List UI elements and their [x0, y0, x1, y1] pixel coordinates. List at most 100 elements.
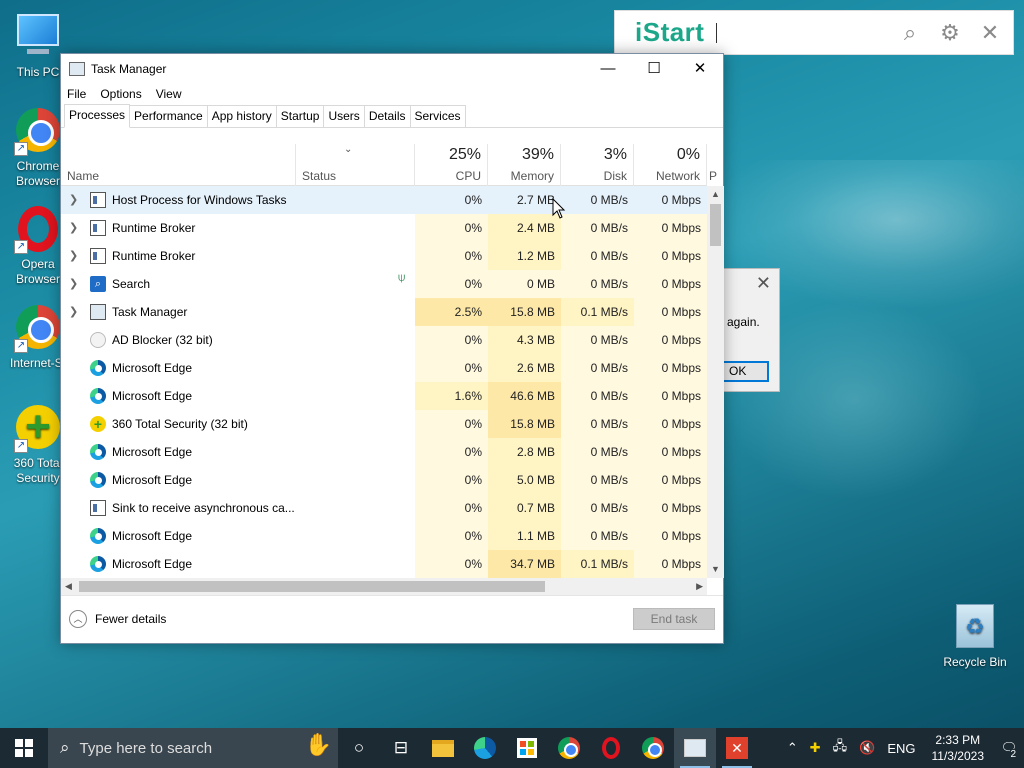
chevron-right-icon[interactable]: ❯	[69, 242, 78, 270]
column-header-status[interactable]: Status	[295, 144, 415, 186]
cpu-cell: 0%	[415, 466, 488, 494]
desktop-icon-recycle-bin[interactable]: ♻ Recycle Bin	[937, 602, 1013, 670]
disk-cell: 0.1 MB/s	[561, 298, 634, 326]
disk-cell: 0 MB/s	[561, 354, 634, 382]
tab-users[interactable]: Users	[323, 105, 365, 127]
chevron-right-icon[interactable]: ❯	[69, 270, 78, 298]
scroll-thumb[interactable]	[710, 204, 721, 246]
status-cell	[295, 242, 415, 270]
close-icon[interactable]: ✕	[756, 273, 771, 294]
gear-icon[interactable]: ⚙	[939, 20, 961, 46]
cpu-cell: 0%	[415, 550, 488, 578]
taskbar-task-manager[interactable]	[674, 728, 716, 768]
column-header-name[interactable]: Name	[61, 144, 295, 186]
vertical-scrollbar[interactable]: ▲ ▼	[707, 186, 724, 578]
tab-startup[interactable]: Startup	[275, 105, 325, 127]
shield-plus-icon: +	[90, 416, 106, 432]
tab-app-history[interactable]: App history	[206, 105, 277, 127]
taskbar-store[interactable]	[506, 728, 548, 768]
app-window-icon	[90, 220, 106, 236]
tab-details[interactable]: Details	[363, 105, 411, 127]
cortana-button[interactable]: ○	[338, 728, 380, 768]
menu-options[interactable]: Options	[100, 87, 141, 101]
clock-date: 11/3/2023	[931, 749, 985, 763]
language-indicator[interactable]: ENG	[887, 741, 915, 756]
notification-count: 2	[1010, 749, 1016, 760]
taskbar-chrome[interactable]	[548, 728, 590, 768]
desktop-icon-label: Recycle Bin	[943, 655, 1007, 669]
cpu-cell: 0%	[415, 214, 488, 242]
disk-cell: 0 MB/s	[561, 382, 634, 410]
chevron-right-icon[interactable]: ❯	[69, 186, 78, 214]
folder-icon	[432, 739, 454, 757]
table-row[interactable]: ❯ Task Manager 2.5% 15.8 MB 0.1 MB/s 0 Mbps	[61, 298, 707, 326]
close-icon[interactable]: ✕	[979, 20, 1001, 46]
table-row[interactable]: Microsoft Edge 0% 2.6 MB 0 MB/s 0 Mbps	[61, 354, 707, 382]
memory-cell: 15.8 MB	[488, 410, 561, 438]
maximize-button[interactable]: ☐	[631, 54, 677, 84]
clock[interactable]: 2:33 PM 11/3/2023	[932, 732, 985, 764]
task-view-button[interactable]: ⊟	[380, 728, 422, 768]
chrome-icon: ↗	[14, 108, 62, 156]
taskbar-file-explorer[interactable]	[422, 728, 464, 768]
table-row[interactable]: Microsoft Edge 0% 1.1 MB 0 MB/s 0 Mbps	[61, 522, 707, 550]
taskbar-opera[interactable]	[590, 728, 632, 768]
table-row[interactable]: Sink to receive asynchronous ca... 0% 0.7 …	[61, 494, 707, 522]
fewer-details-button[interactable]: ︿ Fewer details	[69, 610, 166, 628]
column-header-disk[interactable]: 3% Disk	[561, 144, 634, 186]
tab-processes[interactable]: Processes	[64, 104, 131, 128]
edge-icon	[90, 444, 106, 460]
disk-cell: 0 MB/s	[561, 270, 634, 298]
table-row[interactable]: Microsoft Edge 1.6% 46.6 MB 0 MB/s 0 Mbps	[61, 382, 707, 410]
taskbar-chrome-2[interactable]	[632, 728, 674, 768]
scroll-up-icon[interactable]: ▲	[707, 186, 724, 203]
chevron-right-icon[interactable]: ❯	[69, 214, 78, 242]
column-header-power[interactable]: P	[707, 144, 723, 186]
process-table: Name ⌄ Status 25% CPU 39% Memory 3% Disk…	[61, 144, 717, 578]
column-header-network[interactable]: 0% Network	[634, 144, 707, 186]
scroll-thumb[interactable]	[79, 581, 545, 592]
table-row[interactable]: ❯ ⌕ Search ⍦ 0% 0 MB 0 MB/s 0 Mbps	[61, 270, 707, 298]
horizontal-scrollbar[interactable]: ◀ ▶	[61, 578, 707, 595]
table-row[interactable]: ❯ Runtime Broker 0% 2.4 MB 0 MB/s 0 Mbps	[61, 214, 707, 242]
scroll-right-icon[interactable]: ▶	[696, 578, 703, 595]
end-task-button[interactable]: End task	[633, 608, 715, 630]
table-row[interactable]: ❯ Host Process for Windows Tasks 0% 2.7 MB 0…	[61, 186, 707, 214]
tab-services[interactable]: Services	[409, 105, 466, 127]
network-icon[interactable]: 🖧	[833, 737, 848, 759]
volume-muted-icon[interactable]: 🔇	[859, 740, 875, 756]
table-row[interactable]: +360 Total Security (32 bit) 0% 15.8 MB 0 M…	[61, 410, 707, 438]
computer-icon	[14, 14, 62, 62]
istart-search-bar[interactable]: iStart ⌕ ⚙ ✕	[614, 10, 1014, 55]
process-name: Microsoft Edge	[112, 473, 193, 487]
start-button[interactable]	[0, 728, 48, 768]
cpu-cell: 0%	[415, 410, 488, 438]
menu-view[interactable]: View	[156, 87, 182, 101]
close-button[interactable]: ✕	[677, 54, 723, 84]
ok-button[interactable]: OK	[721, 361, 769, 382]
taskbar-x-app[interactable]: ✕	[716, 728, 758, 768]
table-header: Name ⌄ Status 25% CPU 39% Memory 3% Disk…	[61, 144, 717, 186]
shield-plus-icon[interactable]: ✚	[810, 740, 821, 756]
tab-performance[interactable]: Performance	[129, 105, 208, 127]
scroll-left-icon[interactable]: ◀	[65, 578, 72, 595]
status-cell	[295, 326, 415, 354]
menu-file[interactable]: File	[67, 87, 86, 101]
notification-center-button[interactable]: 🗨 2	[994, 728, 1024, 768]
table-row[interactable]: ❯ Runtime Broker 0% 1.2 MB 0 MB/s 0 Mbps	[61, 242, 707, 270]
column-header-memory[interactable]: 39% Memory	[488, 144, 561, 186]
table-row[interactable]: Microsoft Edge 0% 34.7 MB 0.1 MB/s 0 Mbps	[61, 550, 707, 578]
search-icon[interactable]: ⌕	[899, 20, 921, 46]
taskbar-edge[interactable]	[464, 728, 506, 768]
taskbar-search-box[interactable]: ⌕ Type here to search ✋	[48, 728, 338, 768]
table-row[interactable]: Microsoft Edge 0% 2.8 MB 0 MB/s 0 Mbps	[61, 438, 707, 466]
column-header-cpu[interactable]: 25% CPU	[415, 144, 488, 186]
scroll-down-icon[interactable]: ▼	[707, 561, 724, 578]
chevron-right-icon[interactable]: ❯	[69, 298, 78, 326]
chevron-up-icon[interactable]: ⌃	[787, 740, 798, 756]
table-row[interactable]: Microsoft Edge 0% 5.0 MB 0 MB/s 0 Mbps	[61, 466, 707, 494]
title-bar[interactable]: Task Manager — ☐ ✕	[61, 54, 723, 84]
table-row[interactable]: AD Blocker (32 bit) 0% 4.3 MB 0 MB/s 0 Mbps	[61, 326, 707, 354]
cpu-cell: 0%	[415, 326, 488, 354]
minimize-button[interactable]: —	[585, 54, 631, 84]
